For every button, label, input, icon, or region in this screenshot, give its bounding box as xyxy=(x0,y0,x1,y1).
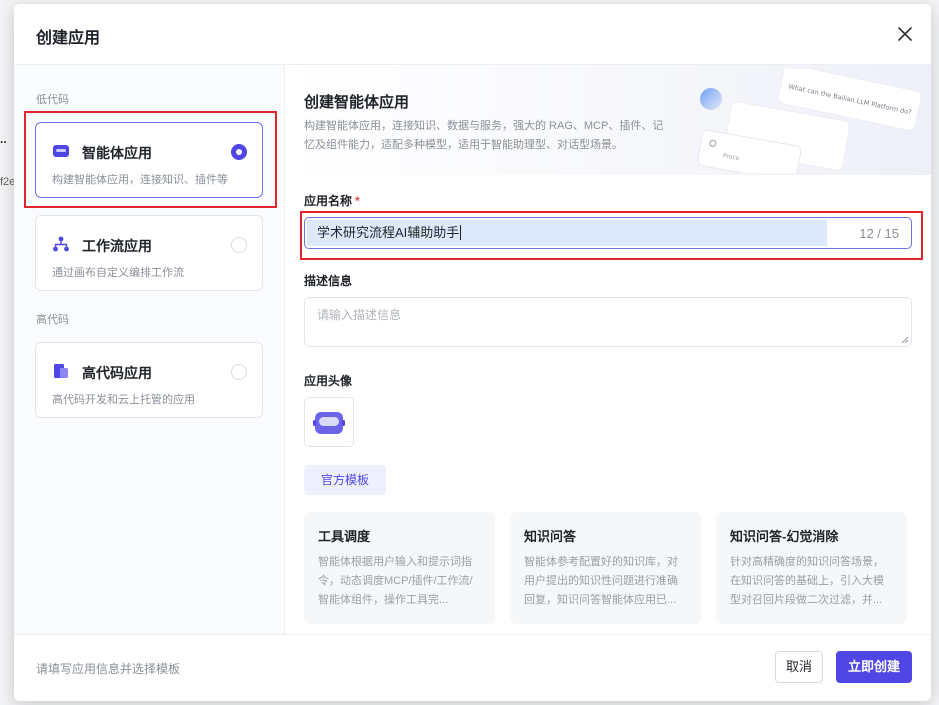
template-card-knowledge-qa[interactable]: 知识问答 智能体参考配置好的知识库，对用户提出的知识性问题进行准确回复，知识问答… xyxy=(510,512,701,624)
template-title: 知识问答-幻觉消除 xyxy=(730,529,839,544)
template-card-tool-dispatch[interactable]: 工具调度 智能体根据用户输入和提示词指令，动态调度MCP/插件/工作流/智能体组… xyxy=(304,512,495,624)
hero-illustration: What can the Bailian LLM Platform do? Pr… xyxy=(697,69,922,173)
dialog-footer: 请填写应用信息并选择模板 取消 立即创建 xyxy=(14,634,931,701)
background-edge-text-2: f2e xyxy=(0,176,16,188)
robot-avatar-icon xyxy=(313,412,345,434)
agent-app-icon xyxy=(53,145,69,157)
close-button[interactable] xyxy=(893,22,917,46)
app-type-title: 工作流应用 xyxy=(82,238,152,254)
description-placeholder: 请输入描述信息 xyxy=(317,308,402,322)
app-type-card-agent[interactable]: 智能体应用 构建智能体应用，连接知识、插件等 xyxy=(35,122,263,198)
app-type-card-high-code[interactable]: 高代码应用 高代码开发和云上托管的应用 xyxy=(35,342,263,418)
app-type-radio[interactable] xyxy=(231,237,247,253)
description-textarea[interactable]: 请输入描述信息 xyxy=(304,297,912,347)
group-label-low-code: 低代码 xyxy=(36,94,69,106)
high-code-icon xyxy=(54,364,68,378)
app-name-input[interactable]: 学术研究流程AI辅助助手 12 / 15 xyxy=(304,217,912,249)
workflow-icon xyxy=(53,236,69,252)
dialog-header: 创建应用 xyxy=(14,4,931,65)
template-title: 知识问答 xyxy=(524,529,577,544)
app-type-title: 智能体应用 xyxy=(82,145,152,161)
footer-hint: 请填写应用信息并选择模板 xyxy=(36,662,181,676)
template-title: 工具调度 xyxy=(318,529,371,544)
template-card-hallucination-removal[interactable]: 知识问答-幻觉消除 针对高精确度的知识问答场景，在知识问答的基础上，引入大模型对… xyxy=(716,512,907,624)
app-type-desc: 高代码开发和云上托管的应用 xyxy=(52,394,195,406)
close-icon xyxy=(898,27,912,41)
app-type-card-workflow[interactable]: 工作流应用 通过画布自定义编排工作流 xyxy=(35,215,263,291)
app-type-title: 高代码应用 xyxy=(82,365,152,381)
create-now-button[interactable]: 立即创建 xyxy=(836,651,912,683)
create-app-dialog: 创建应用 低代码 智能体应用 构建智能体应用，连接知识、插件等 工作流应用 通过… xyxy=(14,4,931,701)
hero-description: 构建智能体应用，连接知识、数据与服务，强大的 RAG、MCP、插件、记忆及组件能… xyxy=(304,120,664,151)
name-label-text: 应用名称 xyxy=(304,194,353,208)
template-desc: 智能体参考配置好的知识库，对用户提出的知识性问题进行准确回复，知识问答智能体应用… xyxy=(524,556,678,606)
description-label: 描述信息 xyxy=(304,274,353,288)
template-desc: 针对高精确度的知识问答场景，在知识问答的基础上，引入大模型对召回片段做二次过滤，… xyxy=(730,556,884,606)
name-label: 应用名称 * xyxy=(304,192,360,209)
required-mark: * xyxy=(355,194,360,208)
app-name-value[interactable]: 学术研究流程AI辅助助手 xyxy=(307,220,827,246)
hero-title: 创建智能体应用 xyxy=(304,94,410,111)
hero-banner: 创建智能体应用 构建智能体应用，连接知识、数据与服务，强大的 RAG、MCP、插… xyxy=(285,65,931,175)
app-name-char-count: 12 / 15 xyxy=(859,226,899,241)
app-type-desc: 构建智能体应用，连接知识、插件等 xyxy=(52,174,228,186)
tab-official-templates[interactable]: 官方模板 xyxy=(304,465,386,495)
resize-grip-icon[interactable] xyxy=(901,336,909,344)
avatar-label: 应用头像 xyxy=(304,374,353,388)
app-form-panel: 创建智能体应用 构建智能体应用，连接知识、数据与服务，强大的 RAG、MCP、插… xyxy=(285,65,931,634)
app-type-desc: 通过画布自定义编排工作流 xyxy=(52,267,184,279)
app-type-radio[interactable] xyxy=(231,144,247,160)
cancel-button[interactable]: 取消 xyxy=(775,651,823,683)
background-edge-text-1: .. xyxy=(0,132,7,146)
template-desc: 智能体根据用户输入和提示词指令，动态调度MCP/插件/工作流/智能体组件，操作工… xyxy=(318,556,473,606)
dialog-title: 创建应用 xyxy=(36,30,101,47)
app-type-panel: 低代码 智能体应用 构建智能体应用，连接知识、插件等 工作流应用 通过画布自定义… xyxy=(14,65,285,634)
app-avatar-picker[interactable] xyxy=(304,397,354,447)
group-label-high-code: 高代码 xyxy=(36,314,69,326)
app-type-radio[interactable] xyxy=(231,364,247,380)
